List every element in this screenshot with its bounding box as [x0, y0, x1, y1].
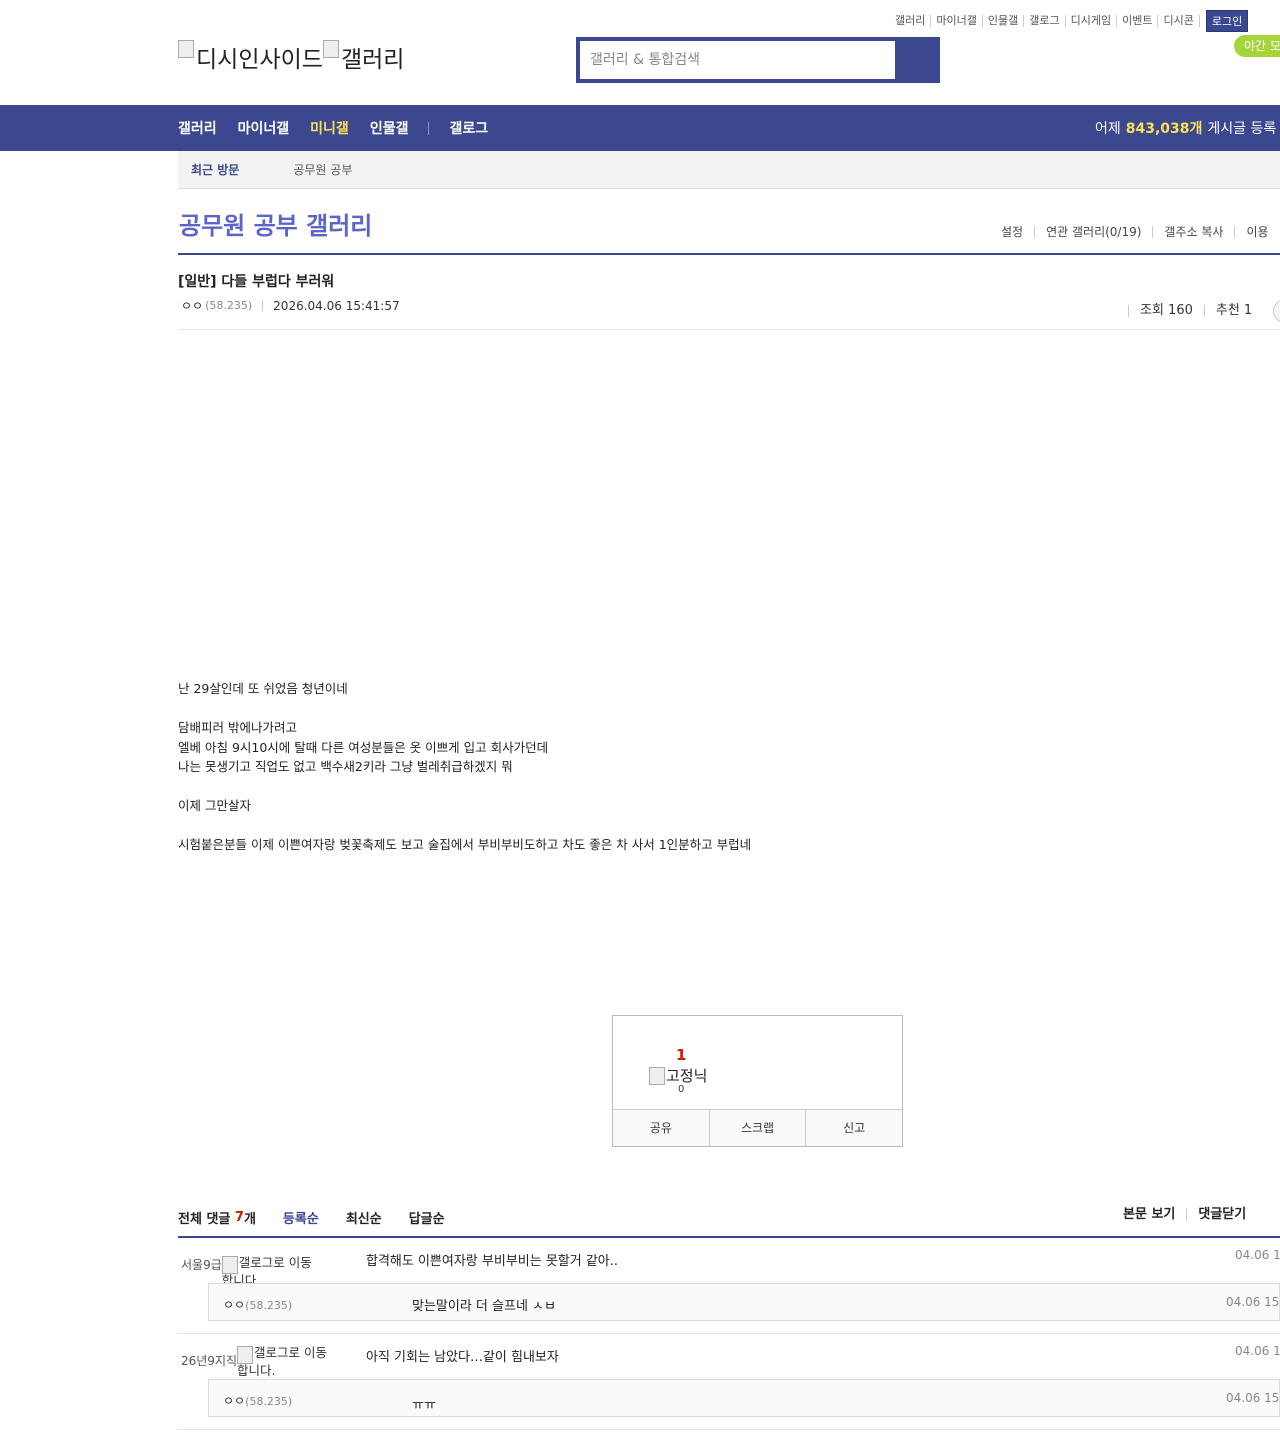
comment-date: 04.06 15 [1235, 1248, 1280, 1262]
reply-nick[interactable]: ㅇㅇ [223, 1394, 245, 1408]
post-body-line: 나는 못생기고 직업도 없고 백수새2키라 그냥 벌레취급하겠지 뭐 [178, 759, 513, 774]
gallery-divider [178, 253, 1280, 255]
comment-nick[interactable]: 서울9급 [181, 1256, 222, 1273]
post-header-divider [178, 329, 1280, 330]
fixed-nick-recommend-count: 0 [678, 1084, 685, 1095]
search-button[interactable] [896, 41, 936, 79]
top-link-minor-gallery[interactable]: 마이너갤 [931, 15, 983, 27]
post-body-line: 엘베 아침 9시10시에 탈때 다른 여성분들은 옷 이쁘게 입고 회사가던데 [178, 739, 549, 755]
post-author[interactable]: ㅇㅇ [181, 297, 203, 314]
comment-nick[interactable]: 26년9지직 [181, 1352, 237, 1369]
comments-divider [178, 1236, 1280, 1238]
nav-divider [428, 121, 430, 135]
top-link-dcgame[interactable]: 디시게임 [1066, 15, 1118, 27]
post-body-line: 난 29살인데 또 쉬었음 청년이네 [178, 681, 348, 696]
top-link-gallery[interactable]: 갤러리 [890, 15, 932, 27]
gallery-settings-link[interactable]: 설정 [990, 226, 1034, 238]
comments-header: 전체 댓글 7개 등록순 최신순 답글순 [178, 1208, 445, 1227]
post-body-line [178, 816, 751, 836]
post-body-line: 담배피러 밖에나가려고 [178, 720, 297, 735]
meta-divider [262, 300, 264, 311]
comment-text: 아직 기회는 남았다…같이 힘내보자 [366, 1350, 559, 1365]
reply-date: 04.06 15:4 [1226, 1295, 1280, 1309]
post-body-line: 이제 그만살자 [178, 798, 251, 813]
stats-suffix: 게시글 등록 [1207, 121, 1277, 137]
post-datetime: 2026.04.06 15:41:57 [273, 298, 400, 313]
sort-by-latest[interactable]: 최신순 [346, 1208, 382, 1227]
recent-visits-title[interactable]: 최근 방문 [191, 161, 239, 178]
comments-total-unit: 개 [243, 1212, 256, 1227]
post-author-ip: (58.235) [205, 299, 253, 312]
comment-divider [178, 1429, 1280, 1430]
main-navbar: 갤러리 마이너갤 미니갤 인물갤 갤로그 어제 843,038개 게시글 등록 [0, 105, 1280, 151]
reply-ip: (58.235) [245, 1299, 293, 1312]
post-stats: 조회 160 추천 1 [1128, 299, 1280, 323]
stats-prefix: 어제 [1095, 121, 1121, 137]
recent-visits-bar: 최근 방문 공무원 공부 [178, 151, 1280, 189]
sort-by-replies[interactable]: 답글순 [409, 1208, 445, 1227]
nav-mini-gallery[interactable]: 미니갤 [310, 118, 349, 138]
post-body-line: 시험붙은분들 이제 이쁜여자랑 벚꽃축제도 보고 술집에서 부비부비도하고 차도… [178, 837, 752, 852]
comments-actions: 본문 보기 댓글닫기 [1123, 1208, 1257, 1221]
close-comments-button[interactable]: 댓글닫기 [1186, 1208, 1257, 1221]
night-mode-button[interactable]: 야간 모 [1234, 35, 1280, 57]
post-meta: ㅇㅇ (58.235) 2026.04.06 15:41:57 [181, 297, 400, 314]
top-link-gallog[interactable]: 갤로그 [1024, 15, 1066, 27]
reply-text: ㅠㅠ [412, 1398, 436, 1413]
top-link-event[interactable]: 이벤트 [1117, 15, 1159, 27]
fixed-nick-recommend-button[interactable]: 고정닉 [649, 1065, 707, 1086]
comment-date: 04.06 15 [1235, 1344, 1280, 1358]
recent-visit-item[interactable]: 공무원 공부 [293, 161, 352, 178]
nav-gallery[interactable]: 갤러리 [178, 118, 217, 138]
comment-author[interactable]: 26년9지직 갤로그로 이동합니다. [181, 1346, 327, 1377]
reply-nick[interactable]: ㅇㅇ [223, 1298, 245, 1312]
site-logo[interactable]: 디시인사이드 갤러리 [178, 40, 404, 74]
reply-author[interactable]: ㅇㅇ(58.235) [223, 1392, 292, 1409]
post-views: 조회 160 [1128, 304, 1204, 317]
reply-item: ㅇㅇ(58.235) ㅠㅠ 04.06 15:4 [208, 1379, 1280, 1417]
post-title: [일반] 다들 부럽다 부러워 [178, 274, 335, 290]
post-option-button[interactable] [1273, 299, 1280, 323]
reply-text: 맞는말이라 더 슬프네 ㅅㅂ [412, 1299, 556, 1314]
top-links: 갤러리 마이너갤 인물갤 갤로그 디시게임 이벤트 디시콘 로그인 [890, 10, 1249, 32]
scrap-button[interactable]: 스크랩 [708, 1110, 806, 1146]
reply-date: 04.06 15:4 [1226, 1391, 1280, 1405]
reply-ip: (58.235) [245, 1395, 293, 1408]
gallery-title[interactable]: 공무원 공부 갤러리 [179, 206, 372, 241]
post-stats-yesterday: 어제 843,038개 게시글 등록 [1095, 105, 1276, 151]
post-body-line [178, 777, 751, 797]
comments-total-label: 전체 댓글 [178, 1212, 231, 1227]
share-button[interactable]: 공유 [613, 1110, 709, 1146]
post-actions: 공유 스크랩 신고 [613, 1109, 902, 1146]
related-gallery-link[interactable]: 연관 갤러리(0/19) [1034, 226, 1152, 238]
sort-by-registered[interactable]: 등록순 [283, 1208, 319, 1227]
stats-count: 843,038개 [1125, 121, 1203, 137]
copy-address-link[interactable]: 갤주소 복사 [1152, 226, 1234, 238]
view-post-button[interactable]: 본문 보기 [1123, 1208, 1186, 1221]
recommend-count: 1 [676, 1046, 687, 1064]
nav-gallog[interactable]: 갤로그 [449, 118, 488, 138]
comment-text: 합격해도 이쁜여자랑 부비부비는 못할거 같아.. [366, 1254, 619, 1269]
nav-minor-gallery[interactable]: 마이너갤 [238, 118, 290, 138]
reply-author[interactable]: ㅇㅇ(58.235) [223, 1296, 292, 1313]
logo-gallery: 갤러리 [323, 40, 404, 74]
search-input[interactable] [580, 41, 895, 79]
post-body: 난 29살인데 또 쉬었음 청년이네 담배피러 밖에나가려고 엘베 아침 9시1… [178, 679, 751, 855]
usage-link[interactable]: 이용 [1234, 226, 1279, 238]
nav-person-gallery[interactable]: 인물갤 [370, 118, 409, 138]
recommend-box: 1 고정닉 0 공유 스크랩 신고 [612, 1015, 903, 1147]
gallery-links: 설정 연관 갤러리(0/19) 갤주소 복사 이용 [990, 226, 1280, 238]
gallog-icon[interactable]: 갤로그로 이동합니다. [237, 1346, 327, 1377]
reply-item: ㅇㅇ(58.235) 맞는말이라 더 슬프네 ㅅㅂ 04.06 15:4 [208, 1283, 1280, 1321]
post-body-line [178, 699, 751, 719]
logo-dcinside: 디시인사이드 [178, 40, 323, 74]
post-recommends: 추천 1 [1203, 304, 1263, 317]
comment-divider [178, 1333, 1280, 1334]
top-link-person-gallery[interactable]: 인물갤 [983, 15, 1025, 27]
comments-total-count: 7 [234, 1210, 244, 1225]
login-button[interactable]: 로그인 [1205, 10, 1249, 32]
report-button[interactable]: 신고 [805, 1110, 902, 1146]
top-link-dccon[interactable]: 디시콘 [1158, 15, 1200, 27]
search-bar [576, 37, 940, 83]
